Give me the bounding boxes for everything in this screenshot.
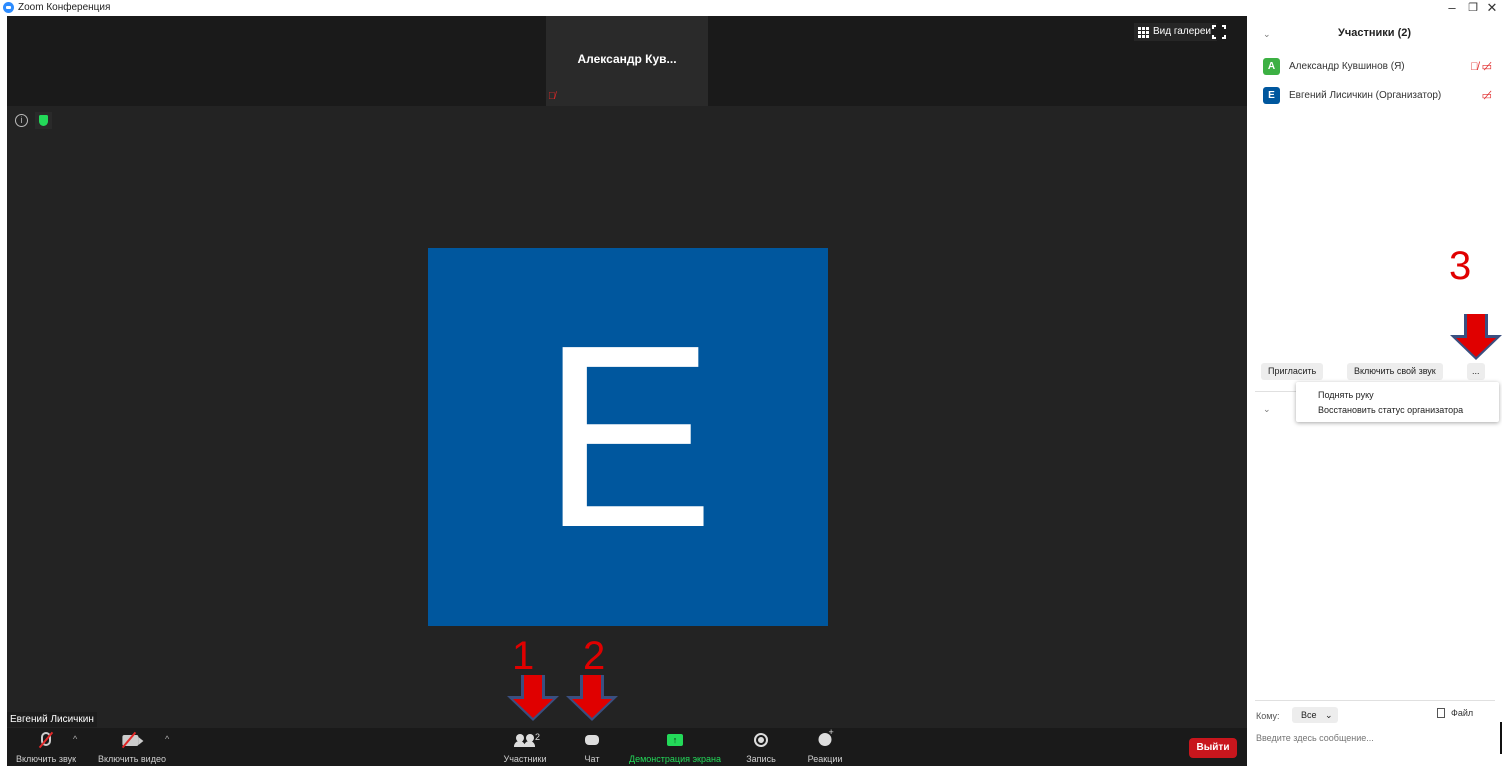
chat-recipient-value: Все — [1301, 710, 1317, 720]
reactions-icon — [818, 727, 834, 746]
file-button[interactable]: Файл — [1437, 708, 1473, 718]
chevron-down-icon: ⌄ — [1325, 710, 1333, 720]
unmute-self-button[interactable]: Включить свой звук — [1347, 363, 1443, 380]
annotation-number-3: 3 — [1449, 244, 1472, 288]
zoom-logo-icon — [3, 2, 14, 13]
chat-collapse-chevron-icon[interactable]: ⌄ — [1263, 404, 1271, 415]
chat-bubble-icon — [585, 735, 599, 745]
participant-avatar: A — [1263, 58, 1280, 75]
participants-button[interactable]: 2 Участники — [501, 728, 549, 766]
chat-divider — [1255, 700, 1495, 701]
encryption-shield-icon[interactable] — [35, 112, 52, 129]
participants-count: 2 — [535, 732, 541, 742]
panel-title: Участники (2) — [1337, 27, 1412, 39]
participant-row[interactable]: A Александр Кувшинов (Я) 🎙̸ ▭̸ — [1263, 58, 1498, 76]
video-area: Александр Кув... 🎙̸ Вид галереи i E Евге… — [7, 16, 1247, 728]
raise-hand-menu-item[interactable]: Поднять руку — [1318, 390, 1374, 400]
participants-icon — [514, 734, 536, 747]
annotation-arrow-2 — [566, 675, 618, 721]
minimize-button[interactable]: – — [1442, 0, 1462, 16]
file-label: Файл — [1451, 708, 1474, 718]
annotation-arrow-3 — [1450, 314, 1502, 360]
gallery-view-label: Вид галереи — [1153, 26, 1211, 37]
record-button[interactable]: Запись — [741, 728, 781, 766]
participant-avatar: E — [1263, 87, 1280, 104]
record-icon — [754, 733, 768, 747]
active-speaker-name: Евгений Лисичкин — [7, 712, 97, 727]
title-bar: Zoom Конференция – ❐ ✕ — [0, 0, 1502, 16]
restore-button[interactable]: ❐ — [1463, 0, 1483, 16]
muted-mic-icon: 🎙̸ — [548, 91, 556, 102]
record-label: Запись — [746, 754, 776, 764]
participants-label: Участники — [503, 754, 547, 764]
share-screen-button[interactable]: ↑ Демонстрация экрана — [625, 728, 725, 766]
chat-label: Чат — [584, 754, 600, 764]
annotation-number-1: 1 — [512, 634, 535, 678]
thumbnail-name: Александр Кув... — [577, 52, 677, 66]
active-speaker-avatar: E — [428, 248, 828, 626]
participant-name: Евгений Лисичкин (Организатор) — [1289, 90, 1442, 101]
start-video-label: Включить видео — [98, 754, 166, 764]
close-button[interactable]: ✕ — [1482, 0, 1502, 16]
muted-mic-video-off-icon: 🎙̸ ▭̸ — [1470, 61, 1492, 73]
window-title: Zoom Конференция — [18, 2, 111, 13]
info-icon[interactable]: i — [15, 114, 28, 127]
thumbnail-strip: Александр Кув... 🎙̸ Вид галереи — [7, 16, 1247, 106]
more-options-menu: Поднять руку Восстановить статус организ… — [1296, 382, 1499, 422]
annotation-number-2: 2 — [583, 634, 606, 678]
chat-recipient-label: Кому: — [1256, 711, 1280, 721]
leave-meeting-button[interactable]: Выйти — [1189, 738, 1237, 758]
active-speaker-video: i E Евгений Лисичкин — [7, 106, 1247, 728]
fullscreen-icon[interactable] — [1211, 24, 1227, 40]
video-off-icon: ▭̸ — [1481, 90, 1492, 102]
gallery-view-button[interactable]: Вид галереи — [1134, 23, 1217, 41]
participant-name: Александр Кувшинов (Я) — [1289, 61, 1405, 72]
audio-options-caret-icon[interactable]: ^ — [73, 734, 77, 744]
chat-button[interactable]: Чат — [575, 728, 609, 766]
participant-thumbnail[interactable]: Александр Кув... 🎙̸ — [546, 16, 708, 106]
participant-row[interactable]: E Евгений Лисичкин (Организатор) ▭̸ — [1263, 87, 1498, 105]
meeting-toolbar: Включить звук ^ Включить видео ^ 2 Участ… — [7, 727, 1247, 766]
grid-icon — [1138, 26, 1149, 38]
annotation-arrow-1 — [507, 675, 559, 721]
unmute-label: Включить звук — [15, 754, 77, 764]
unmute-button[interactable]: Включить звук — [11, 728, 81, 766]
share-screen-label: Демонстрация экрана — [629, 754, 721, 764]
start-video-button[interactable]: Включить видео — [93, 728, 171, 766]
reactions-button[interactable]: Реакции — [803, 727, 847, 766]
reclaim-host-menu-item[interactable]: Восстановить статус организатора — [1318, 405, 1463, 415]
chat-message-input[interactable] — [1256, 728, 1496, 748]
invite-button[interactable]: Пригласить — [1261, 363, 1324, 380]
reactions-label: Реакции — [807, 754, 843, 764]
more-options-button[interactable]: ... — [1467, 363, 1485, 380]
chat-recipient-select[interactable]: Все ⌄ — [1292, 707, 1338, 723]
file-icon — [1437, 708, 1445, 718]
share-screen-icon: ↑ — [667, 734, 683, 746]
video-options-caret-icon[interactable]: ^ — [165, 734, 169, 744]
